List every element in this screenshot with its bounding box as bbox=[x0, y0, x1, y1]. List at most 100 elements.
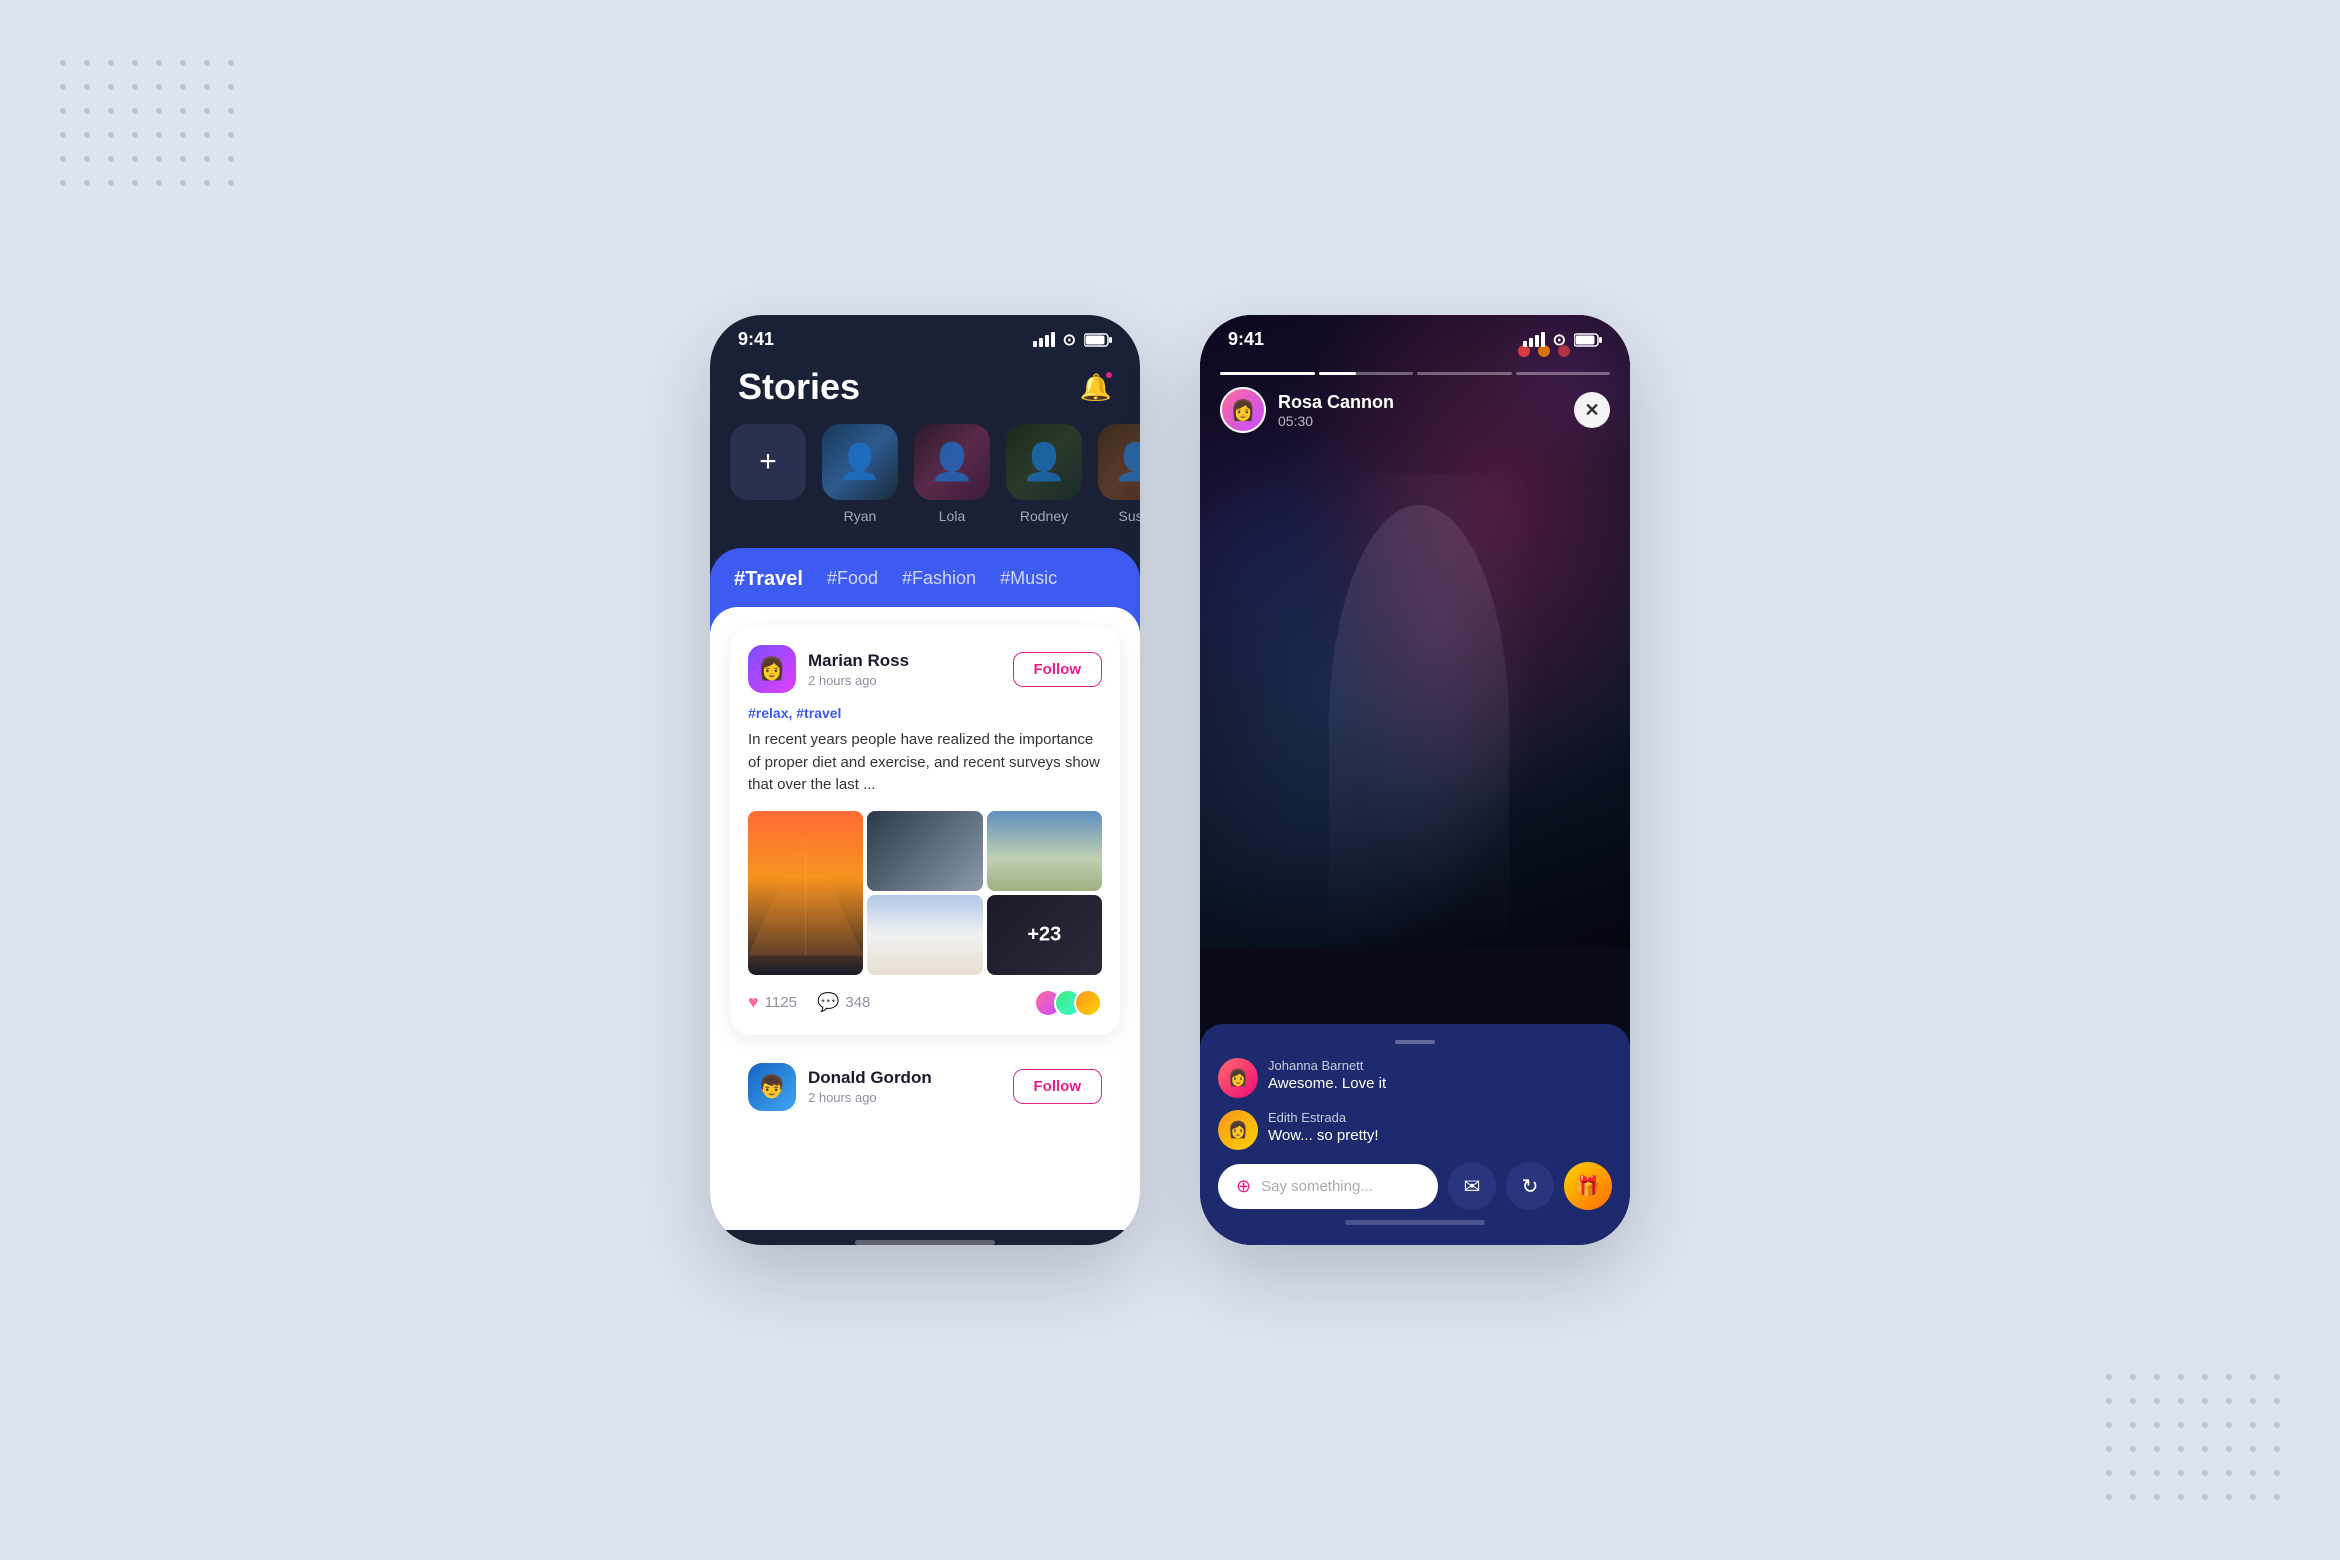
feed-section: #Travel #Food #Fashion #Music 👩 Marian R… bbox=[710, 548, 1140, 1230]
story-user-avatar: 👩 bbox=[1220, 387, 1266, 433]
comment-text-edith: Wow... so pretty! bbox=[1268, 1127, 1379, 1144]
post-tags-marian: #relax, #travel bbox=[748, 705, 1102, 721]
likes-count: 1125 bbox=[765, 994, 797, 1011]
gift-action-button[interactable]: 🎁 bbox=[1564, 1162, 1612, 1210]
comment-row-edith: 👩 Edith Estrada Wow... so pretty! bbox=[1218, 1110, 1612, 1150]
hashtag-fashion[interactable]: #Fashion bbox=[902, 568, 976, 591]
story-item-lola[interactable]: 👤 Lola bbox=[914, 424, 990, 524]
hashtag-music[interactable]: #Music bbox=[1000, 568, 1057, 591]
more-images: +23 bbox=[987, 895, 1102, 975]
more-count: +23 bbox=[1027, 923, 1061, 946]
wifi-icon-2: ⊙ bbox=[1553, 330, 1566, 350]
post-meta-donald: Donald Gordon 2 hours ago bbox=[808, 1068, 1001, 1105]
envelope-icon: ✉ bbox=[1464, 1174, 1481, 1199]
story-bottom-panel: 👩 Johanna Barnett Awesome. Love it 👩 Edi… bbox=[1200, 1024, 1630, 1245]
time-2: 9:41 bbox=[1228, 329, 1264, 350]
avatar-edith: 👩 bbox=[1218, 1110, 1258, 1150]
post-image-mountains bbox=[987, 811, 1102, 891]
input-emoji-icon: ⊕ bbox=[1236, 1176, 1251, 1197]
post-meta-marian: Marian Ross 2 hours ago bbox=[808, 651, 1001, 688]
story-name-susie: Susie bbox=[1118, 508, 1140, 524]
input-placeholder-text: Say something... bbox=[1261, 1178, 1373, 1195]
story-name-lola: Lola bbox=[939, 508, 965, 524]
post-image-window bbox=[867, 811, 982, 891]
sunset-image bbox=[748, 811, 863, 975]
story-name-ryan: Ryan bbox=[844, 508, 877, 524]
add-story-button[interactable]: + bbox=[730, 424, 806, 500]
santorini-image bbox=[867, 895, 982, 975]
time-1: 9:41 bbox=[738, 329, 774, 350]
commenter-name-johanna: Johanna Barnett bbox=[1268, 1058, 1386, 1073]
comment-block-edith: Edith Estrada Wow... so pretty! bbox=[1268, 1110, 1379, 1144]
phone-story-viewer: 9:41 ⊙ bbox=[1200, 315, 1630, 1245]
liker-avatar-3 bbox=[1074, 989, 1102, 1017]
story-thumb-rodney: 👤 bbox=[1006, 424, 1082, 500]
message-action-button[interactable]: ✉ bbox=[1448, 1162, 1496, 1210]
follow-button-marian[interactable]: Follow bbox=[1013, 652, 1103, 687]
phone-stories: 9:41 ⊙ Stories 🔔 + bbox=[710, 315, 1140, 1245]
post-text-marian: In recent years people have realized the… bbox=[748, 729, 1102, 797]
status-bar-2: 9:41 ⊙ bbox=[1200, 315, 1630, 358]
story-avatars-row: + 👤 Ryan 👤 Lola 👤 Rodney 👤 Susie bbox=[710, 424, 1140, 548]
notification-dot bbox=[1104, 370, 1114, 380]
bell-icon[interactable]: 🔔 bbox=[1080, 372, 1112, 403]
add-story[interactable]: + bbox=[730, 424, 806, 500]
likers-avatars bbox=[1042, 989, 1102, 1017]
avatar-johanna: 👩 bbox=[1218, 1058, 1258, 1098]
progress-track-1 bbox=[1220, 372, 1315, 375]
comment-block-johanna: Johanna Barnett Awesome. Love it bbox=[1268, 1058, 1386, 1092]
story-user-time: 05:30 bbox=[1278, 413, 1562, 429]
home-indicator-2 bbox=[1345, 1220, 1485, 1225]
heart-icon: ♥ bbox=[748, 992, 759, 1013]
story-name-rodney: Rodney bbox=[1020, 508, 1068, 524]
signal-icon-2 bbox=[1523, 332, 1545, 347]
story-user-name: Rosa Cannon bbox=[1278, 392, 1562, 413]
progress-fill-2 bbox=[1319, 372, 1357, 375]
comment-icon: 💬 bbox=[817, 992, 839, 1013]
avatar-marian: 👩 bbox=[748, 645, 796, 693]
post-header-marian: 👩 Marian Ross 2 hours ago Follow bbox=[748, 645, 1102, 693]
post-card-donald-partial: 👦 Donald Gordon 2 hours ago Follow bbox=[730, 1049, 1120, 1125]
home-indicator-1 bbox=[855, 1240, 995, 1245]
post-author-marian: Marian Ross bbox=[808, 651, 1001, 671]
signal-icon bbox=[1033, 332, 1055, 347]
battery-icon bbox=[1084, 333, 1112, 347]
mountains-image bbox=[987, 811, 1102, 891]
close-story-button[interactable]: ✕ bbox=[1574, 392, 1610, 428]
comments-stat: 💬 348 bbox=[817, 992, 870, 1013]
likes-stat: ♥ 1125 bbox=[748, 992, 797, 1013]
stories-header: Stories 🔔 bbox=[710, 358, 1140, 424]
follow-button-donald[interactable]: Follow bbox=[1013, 1069, 1103, 1104]
story-input-row: ⊕ Say something... ✉ ↻ 🎁 bbox=[1218, 1162, 1612, 1210]
progress-track-2 bbox=[1319, 372, 1414, 375]
story-item-ryan[interactable]: 👤 Ryan bbox=[822, 424, 898, 524]
progress-track-3 bbox=[1417, 372, 1512, 375]
feed-cards: 👩 Marian Ross 2 hours ago Follow #relax,… bbox=[710, 607, 1140, 1230]
gift-icon: 🎁 bbox=[1576, 1174, 1601, 1199]
hashtag-travel[interactable]: #Travel bbox=[734, 568, 803, 591]
status-icons-2: ⊙ bbox=[1523, 330, 1602, 350]
share-icon: ↻ bbox=[1522, 1174, 1539, 1199]
post-image-santorini bbox=[867, 895, 982, 975]
post-author-donald: Donald Gordon bbox=[808, 1068, 1001, 1088]
page-title: Stories bbox=[738, 366, 860, 408]
post-image-more: +23 bbox=[987, 895, 1102, 975]
story-item-rodney[interactable]: 👤 Rodney bbox=[1006, 424, 1082, 524]
comment-text-johanna: Awesome. Love it bbox=[1268, 1075, 1386, 1092]
hashtag-bar: #Travel #Food #Fashion #Music bbox=[710, 548, 1140, 607]
story-message-input[interactable]: ⊕ Say something... bbox=[1218, 1164, 1438, 1209]
share-action-button[interactable]: ↻ bbox=[1506, 1162, 1554, 1210]
post-time-marian: 2 hours ago bbox=[808, 673, 1001, 688]
story-item-susie[interactable]: 👤 Susie bbox=[1098, 424, 1140, 524]
story-thumb-lola: 👤 bbox=[914, 424, 990, 500]
avatar-donald: 👦 bbox=[748, 1063, 796, 1111]
story-thumb-susie: 👤 bbox=[1098, 424, 1140, 500]
post-time-donald: 2 hours ago bbox=[808, 1090, 1001, 1105]
story-thumb-ryan: 👤 bbox=[822, 424, 898, 500]
wifi-icon: ⊙ bbox=[1063, 330, 1076, 350]
story-overlay-top: 👩 Rosa Cannon 05:30 ✕ bbox=[1200, 358, 1630, 433]
post-footer-marian: ♥ 1125 💬 348 bbox=[748, 989, 1102, 1017]
drag-handle bbox=[1395, 1040, 1435, 1044]
hashtag-food[interactable]: #Food bbox=[827, 568, 878, 591]
status-bar-1: 9:41 ⊙ bbox=[710, 315, 1140, 358]
